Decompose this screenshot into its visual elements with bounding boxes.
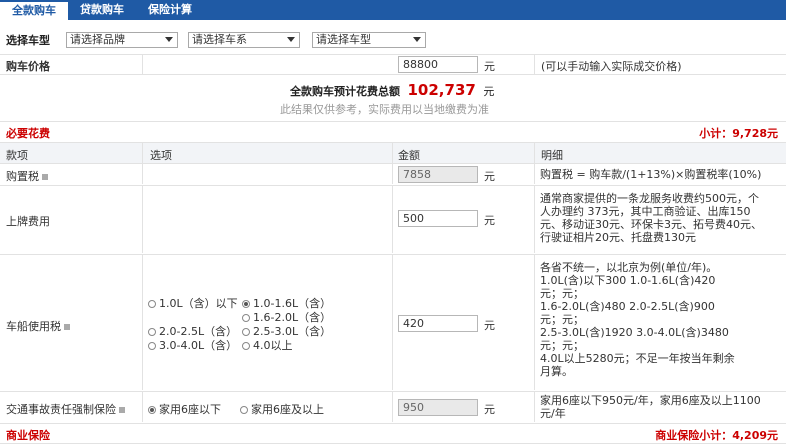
traffic-insurance-unit: 元	[484, 403, 495, 416]
select-car-label: 选择车型	[6, 34, 50, 47]
purchase-tax-detail: 购置税 = 购车款/(1+13%)×购置税率(10%)	[540, 168, 762, 181]
vehicle-tax-unit: 元	[484, 319, 495, 332]
chevron-down-icon	[287, 37, 295, 42]
radio-icon	[242, 328, 250, 336]
vehicle-tax-option-6[interactable]: 3.0-4.0L（含）	[148, 337, 237, 353]
radio-checked-icon	[148, 406, 156, 414]
radio-checked-icon	[242, 300, 250, 308]
plate-fee-unit: 元	[484, 214, 495, 227]
column-header-row: 款项 选项 金额 明细	[0, 142, 786, 163]
traffic-insurance-input: 950	[398, 399, 478, 416]
brand-select[interactable]: 请选择品牌	[66, 32, 178, 48]
help-icon[interactable]	[64, 324, 70, 330]
help-icon[interactable]	[119, 407, 125, 413]
price-unit: 元	[484, 60, 495, 73]
price-hint: (可以手动输入实际成交价格)	[541, 60, 682, 73]
insurance-option-under6[interactable]: 家用6座以下	[148, 401, 221, 417]
model-select[interactable]: 请选择车型	[312, 32, 426, 48]
plate-fee-row: 上牌费用 500 元 通常商家提供的一条龙服务收费约500元，个 人办理约 37…	[0, 185, 786, 253]
price-row: 购车价格 88800 元 (可以手动输入实际成交价格)	[0, 54, 786, 74]
price-label: 购车价格	[6, 60, 50, 73]
brand-select-value: 请选择品牌	[70, 33, 125, 46]
vehicle-tax-option-1[interactable]: 1.0L（含）以下	[148, 295, 238, 311]
radio-icon	[148, 328, 156, 336]
radio-icon	[240, 406, 248, 414]
vehicle-tax-detail: 各省不统一，以北京为例(单位/年)。 1.0L(含)以下300 1.0-1.6L…	[540, 261, 735, 378]
vehicle-tax-option-7[interactable]: 4.0以上	[242, 337, 293, 353]
col-item: 款项	[6, 149, 28, 162]
tab-full-payment[interactable]: 全款购车	[0, 0, 68, 20]
total-note: 此结果仅供参考，实际费用以当地缴费为准	[280, 103, 489, 116]
chevron-down-icon	[413, 37, 421, 42]
radio-icon	[242, 342, 250, 350]
total-label: 全款购车预计花费总额	[290, 85, 400, 98]
radio-icon	[148, 342, 156, 350]
chevron-down-icon	[165, 37, 173, 42]
vehicle-tax-label: 车船使用税	[6, 320, 61, 333]
commercial-subtotal: 商业保险小计：4,209元	[655, 429, 778, 442]
vehicle-tax-input[interactable]: 420	[398, 315, 478, 332]
vehicle-tax-row: 车船使用税 1.0L（含）以下 1.0-1.6L（含） 1.6-2.0L（含） …	[0, 254, 786, 390]
insurance-option-6plus[interactable]: 家用6座及以上	[240, 401, 324, 417]
plate-fee-input[interactable]: 500	[398, 210, 478, 227]
series-select[interactable]: 请选择车系	[188, 32, 300, 48]
col-amount: 金额	[398, 149, 420, 162]
total-unit: 元	[483, 85, 495, 98]
col-option: 选项	[150, 149, 172, 162]
traffic-insurance-detail: 家用6座以下950元/年，家用6座及以上1100 元/年	[540, 394, 761, 420]
series-select-value: 请选择车系	[192, 33, 247, 46]
total-block: 全款购车预计花费总额 102,737 元 此结果仅供参考，实际费用以当地缴费为准	[0, 74, 786, 120]
total-value: 102,737	[407, 81, 476, 99]
required-title: 必要花费	[6, 127, 50, 140]
tab-loan[interactable]: 贷款购车	[68, 0, 136, 20]
radio-icon	[148, 300, 156, 308]
commercial-section-header: 商业保险 商业保险小计：4,209元	[0, 423, 786, 443]
purchase-tax-input: 7858	[398, 166, 478, 183]
purchase-tax-row: 购置税 7858 元 购置税 = 购车款/(1+13%)×购置税率(10%)	[0, 163, 786, 184]
required-subtotal: 小计：9,728元	[699, 127, 778, 140]
plate-fee-detail: 通常商家提供的一条龙服务收费约500元，个 人办理约 373元，其中工商验证、出…	[540, 192, 762, 244]
col-detail: 明细	[541, 149, 563, 162]
model-select-value: 请选择车型	[316, 33, 371, 46]
car-select-row: 选择车型 请选择品牌 请选择车系 请选择车型	[0, 29, 786, 51]
tab-bar: 全款购车 贷款购车 保险计算	[0, 0, 786, 20]
help-icon[interactable]	[42, 174, 48, 180]
tab-insurance[interactable]: 保险计算	[136, 0, 204, 20]
plate-fee-label: 上牌费用	[6, 215, 50, 228]
traffic-insurance-label: 交通事故责任强制保险	[6, 403, 116, 416]
purchase-tax-unit: 元	[484, 170, 495, 183]
commercial-title: 商业保险	[6, 429, 50, 442]
radio-icon	[242, 314, 250, 322]
required-section-header: 必要花费 小计：9,728元	[0, 121, 786, 141]
purchase-tax-label: 购置税	[6, 170, 39, 183]
price-input[interactable]: 88800	[398, 56, 478, 73]
traffic-insurance-row: 交通事故责任强制保险 家用6座以下 家用6座及以上 950 元 家用6座以下95…	[0, 391, 786, 422]
